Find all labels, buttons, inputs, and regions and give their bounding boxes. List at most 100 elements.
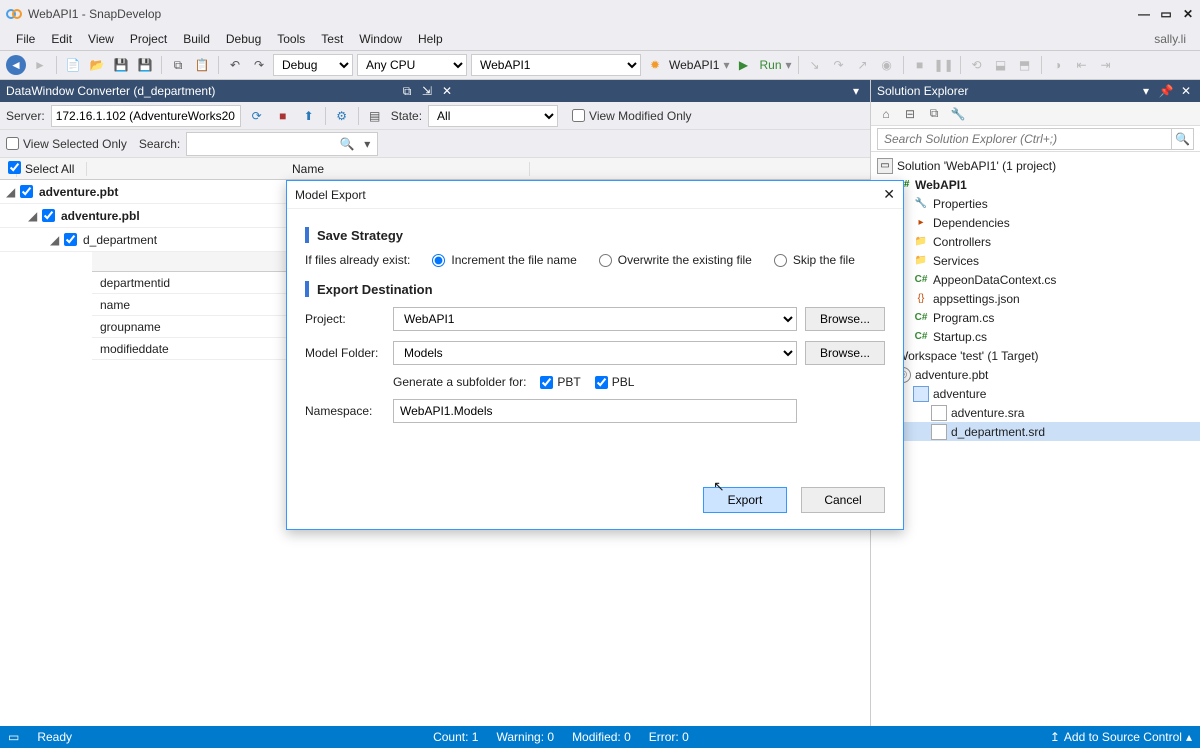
se-home-icon[interactable]: ⌂ [877, 105, 895, 123]
run-icon[interactable]: ▶ [734, 55, 754, 75]
nav-forward-icon[interactable]: ► [30, 55, 50, 75]
browse-project-button[interactable]: Browse... [805, 307, 885, 331]
misc4-icon[interactable]: ◑ [1048, 55, 1068, 75]
export-button[interactable]: Export [703, 487, 787, 513]
profile-icon[interactable]: ✹ [645, 55, 665, 75]
search-icon[interactable]: 🔍 [337, 134, 357, 154]
panel-menu-icon[interactable]: ▾ [848, 83, 864, 99]
tree-checkbox[interactable] [42, 209, 55, 222]
se-node[interactable]: C#Program.cs [871, 308, 1200, 327]
folder-select[interactable]: Models [393, 341, 797, 365]
menu-help[interactable]: Help [410, 30, 451, 48]
search-dropdown-icon[interactable]: ▾ [357, 134, 377, 154]
step-into-icon[interactable]: ↘ [805, 55, 825, 75]
se-search-icon[interactable]: 🔍 [1172, 128, 1194, 150]
copy-icon[interactable]: ⧉ [168, 55, 188, 75]
se-node[interactable]: ◎adventure.pbt [871, 365, 1200, 384]
pbt-checkbox[interactable]: PBT [540, 375, 580, 389]
chevron-down-icon[interactable]: ◢ [6, 185, 18, 199]
save-icon[interactable]: 💾 [111, 55, 131, 75]
se-node[interactable]: 📁Controllers [871, 232, 1200, 251]
minimize-button[interactable]: — [1138, 8, 1150, 20]
chevron-down-icon[interactable]: ◢ [28, 209, 40, 223]
filter-icon[interactable]: ▤ [365, 106, 385, 126]
add-source-control[interactable]: ↥ Add to Source Control ▴ [1050, 730, 1192, 744]
menu-file[interactable]: File [8, 30, 43, 48]
server-input[interactable] [51, 105, 241, 127]
menu-build[interactable]: Build [175, 30, 218, 48]
se-pin-icon[interactable]: 📌 [1158, 83, 1174, 99]
maximize-button[interactable]: ▭ [1160, 8, 1172, 20]
se-node[interactable]: ▭Solution 'WebAPI1' (1 project) [871, 156, 1200, 175]
paste-icon[interactable]: 📋 [192, 55, 212, 75]
new-item-icon[interactable]: 📄 [63, 55, 83, 75]
name-column-header[interactable]: Name [87, 162, 530, 176]
se-node[interactable]: adventure.sra [871, 403, 1200, 422]
menu-test[interactable]: Test [313, 30, 351, 48]
unpin-icon[interactable]: ⇲ [419, 83, 435, 99]
indent-right-icon[interactable]: ⇥ [1096, 55, 1116, 75]
panel-close-icon[interactable]: ✕ [439, 83, 455, 99]
stop-server-icon[interactable]: ■ [273, 106, 293, 126]
float-icon[interactable]: ⧉ [399, 83, 415, 99]
chevron-down-icon[interactable]: ◢ [50, 233, 62, 247]
pbl-checkbox[interactable]: PBL [595, 375, 635, 389]
namespace-input[interactable] [393, 399, 797, 423]
se-node[interactable]: Workspace 'test' (1 Target) [871, 346, 1200, 365]
menu-window[interactable]: Window [351, 30, 410, 48]
profile-label[interactable]: WebAPI1 [669, 58, 719, 72]
indent-left-icon[interactable]: ⇤ [1072, 55, 1092, 75]
pause-icon[interactable]: ❚❚ [934, 55, 954, 75]
step-out-icon[interactable]: ↗ [853, 55, 873, 75]
se-node[interactable]: {}appsettings.json [871, 289, 1200, 308]
misc1-icon[interactable]: ⟲ [967, 55, 987, 75]
state-select[interactable]: All [428, 105, 558, 127]
step-over-icon[interactable]: ↷ [829, 55, 849, 75]
misc3-icon[interactable]: ⬒ [1015, 55, 1035, 75]
save-all-icon[interactable]: 💾 [135, 55, 155, 75]
se-node[interactable]: 📁Services [871, 251, 1200, 270]
undo-icon[interactable]: ↶ [225, 55, 245, 75]
radio-overwrite[interactable]: Overwrite the existing file [599, 253, 752, 267]
se-node[interactable]: d_department.srd [871, 422, 1200, 441]
search-input[interactable] [187, 133, 337, 155]
upload-icon[interactable]: ⬆ [299, 106, 319, 126]
browse-folder-button[interactable]: Browse... [805, 341, 885, 365]
menu-tools[interactable]: Tools [269, 30, 313, 48]
se-node[interactable]: ▸Dependencies [871, 213, 1200, 232]
startup-project-select[interactable]: WebAPI1 [471, 54, 641, 76]
se-node[interactable]: adventure [871, 384, 1200, 403]
open-icon[interactable]: 📂 [87, 55, 107, 75]
dialog-close-icon[interactable]: ✕ [883, 186, 895, 203]
se-close-icon[interactable]: ✕ [1178, 83, 1194, 99]
view-modified-checkbox[interactable]: View Modified Only [572, 109, 692, 123]
se-node[interactable]: C#AppeonDataContext.cs [871, 270, 1200, 289]
se-properties-icon[interactable]: 🔧 [949, 105, 967, 123]
menu-debug[interactable]: Debug [218, 30, 269, 48]
misc2-icon[interactable]: ⬓ [991, 55, 1011, 75]
nav-back-icon[interactable]: ◄ [6, 55, 26, 75]
run-button[interactable]: Run [760, 58, 782, 72]
tree-checkbox[interactable] [20, 185, 33, 198]
cancel-button[interactable]: Cancel [801, 487, 885, 513]
configuration-select[interactable]: Debug [273, 54, 353, 76]
menu-project[interactable]: Project [122, 30, 175, 48]
se-menu-icon[interactable]: ▾ [1138, 83, 1154, 99]
menu-edit[interactable]: Edit [43, 30, 80, 48]
breakpoint-icon[interactable]: ◉ [877, 55, 897, 75]
se-node[interactable]: 🔧Properties [871, 194, 1200, 213]
se-node[interactable]: C#WebAPI1 [871, 175, 1200, 194]
close-button[interactable]: ✕ [1182, 8, 1194, 20]
se-sync-icon[interactable]: ⧉ [925, 105, 943, 123]
se-search-input[interactable] [877, 128, 1172, 150]
platform-select[interactable]: Any CPU [357, 54, 467, 76]
redo-icon[interactable]: ↷ [249, 55, 269, 75]
tree-checkbox[interactable] [64, 233, 77, 246]
menu-view[interactable]: View [80, 30, 122, 48]
settings-icon[interactable]: ⚙ [332, 106, 352, 126]
view-selected-checkbox[interactable]: View Selected Only [6, 137, 127, 151]
radio-increment[interactable]: Increment the file name [432, 253, 576, 267]
se-node[interactable]: C#Startup.cs [871, 327, 1200, 346]
se-collapse-icon[interactable]: ⊟ [901, 105, 919, 123]
radio-skip[interactable]: Skip the file [774, 253, 855, 267]
